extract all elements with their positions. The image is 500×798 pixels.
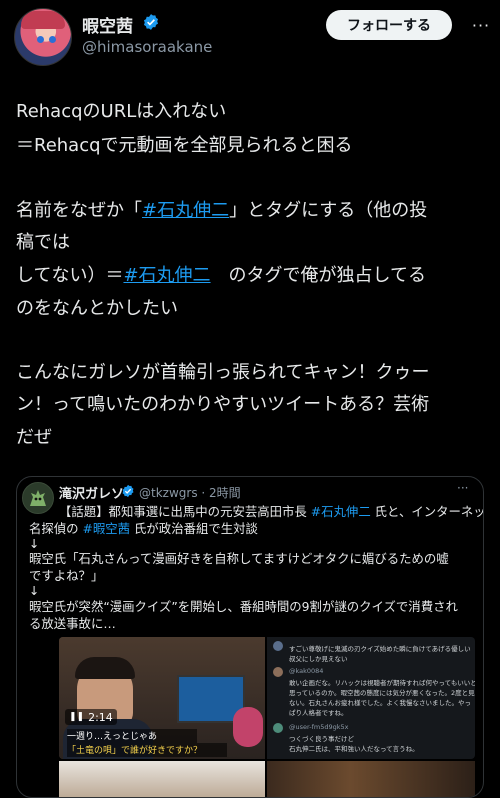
tweet-text-line: RehacqのURLは入れない	[16, 101, 227, 122]
comment-user: @kak0084	[289, 667, 324, 675]
comment-line: 石丸伸二氏は、平和強い人だなって言うね。	[289, 745, 419, 753]
quoted-tweet-card[interactable]: 滝沢ガレソ @tkzwgrs · 2時間 ··· 【話題】都知事選に出馬中の元安…	[16, 476, 484, 798]
tweet-text-line: 稿では	[16, 232, 70, 253]
text-segment: 名探偵の	[29, 521, 83, 536]
text-segment: 名前をなぜか「	[16, 200, 142, 221]
text-segment: 氏と、インターネット	[374, 504, 483, 519]
hashtag-link[interactable]: #石丸伸二	[311, 504, 371, 519]
avatar[interactable]	[14, 8, 72, 66]
comment-line: 思っているのか。暇空茜の態度には気分が悪くなった。2度と見	[289, 689, 475, 697]
quoted-text-line: 【話題】都知事選に出馬中の元安芸高田市長 #石丸伸二 氏と、インターネット	[59, 502, 483, 520]
hashtag-link[interactable]: #暇空茜	[83, 521, 131, 536]
hashtag-link[interactable]: #石丸伸二	[142, 200, 229, 221]
commenter-avatar	[273, 723, 283, 733]
person-hair	[75, 657, 135, 679]
comment-screenshot[interactable]: すごい尊敬げに鬼滅の刃クイズ始めた瞬に負けてあげる優しい 叔父にしか見えない @…	[267, 637, 475, 759]
comment-line: つくづく良う事だけど	[289, 735, 354, 743]
text-segment: 【話題】都知事選に出馬中の元安芸高田市長	[59, 504, 311, 519]
quoted-text-line: ↓	[29, 583, 40, 598]
quoted-avatar[interactable]	[22, 482, 54, 514]
dragon-icon	[30, 490, 46, 506]
display-name[interactable]: 暇空茜	[82, 12, 133, 37]
hashtag-link[interactable]: #石丸伸二	[123, 265, 210, 286]
quoted-more-icon[interactable]: ···	[457, 481, 468, 495]
tweet-text-line: 名前をなぜか「#石丸伸二」とタグにする（他の投	[16, 196, 427, 222]
tweet-text-line: だぜ	[16, 427, 52, 448]
commenter-avatar	[273, 641, 283, 651]
tweet-text-line: してない）＝#石丸伸二 のタグで俺が独占してる	[16, 261, 426, 287]
video-caption: 「土竜の唄」で誰が好きですか？	[67, 743, 227, 757]
thumbnail-image[interactable]	[267, 761, 475, 797]
avatar-eye	[37, 36, 44, 43]
comment-line: 叔父にしか見えない	[289, 655, 348, 663]
user-handle[interactable]: @himasoraakane	[82, 38, 212, 56]
comment-line: ない。石丸さんお疲れ様でした。よく我慢なさいました。やっ	[289, 699, 471, 707]
pause-icon: ❚❚	[69, 712, 85, 722]
tweet-text-line: こんなにガレソが首輪引っ張られてキャン！クゥー	[16, 362, 430, 383]
tweet-text-line: のをなんとかしたい	[16, 298, 178, 319]
video-caption: 一週り…えっとじゃあ	[67, 729, 197, 743]
tweet-text-line: ＝Rehacqで元動画を全部見られると困る	[16, 135, 353, 156]
video-time: 2:14	[88, 710, 113, 724]
commenter-avatar	[273, 667, 283, 677]
more-options-icon[interactable]: ···	[468, 14, 494, 36]
comment-user: @user-fm5d9gk5x	[289, 723, 349, 731]
comment-line: 敢い企画だな。リハックは視聴者が期待すれば何やってもいいと	[289, 679, 475, 687]
text-segment: のタグで俺が独占してる	[210, 265, 427, 286]
quoted-handle-time[interactable]: @tkzwgrs · 2時間	[139, 484, 241, 501]
verified-badge-icon	[143, 14, 159, 30]
quoted-text-line: ですよね？」	[29, 568, 104, 583]
comment-line: すごい尊敬げに鬼滅の刃クイズ始めた瞬に負けてあげる優しい	[289, 645, 471, 653]
video-player[interactable]: 一週り…えっとじゃあ 「土竜の唄」で誰が好きですか？ ❚❚ 2:14	[59, 637, 265, 759]
comment-line: ぱり人格者ですね。	[289, 709, 348, 717]
text-segment: してない）＝	[16, 265, 124, 286]
quoted-text-line: 暇空氏が突然“漫画クイズ”を開始し、番組時間の9割が謎のクイズで消費され	[29, 599, 458, 614]
tweet-text-line: ン！って鳴いたのわかりやすいツイートある？芸術	[16, 394, 430, 415]
quoted-display-name[interactable]: 滝沢ガレソ	[59, 483, 124, 502]
text-segment: 」とタグにする（他の投	[229, 200, 428, 221]
quoted-text-line: 名探偵の #暇空茜 氏が政治番組で生対談	[29, 519, 258, 537]
hat-decoration	[21, 11, 65, 29]
anime-avatar	[233, 707, 263, 747]
follow-button[interactable]: フォローする	[326, 10, 452, 40]
quoted-text-line: る放送事故に…	[29, 616, 116, 631]
text-segment: 氏が政治番組で生対談	[130, 521, 258, 536]
video-duration-badge[interactable]: ❚❚ 2:14	[65, 709, 117, 725]
verified-badge-icon	[122, 484, 134, 498]
quoted-text-line: 暇空氏「石丸さんって漫画好きを自称してますけどオタクに媚びるための嘘	[29, 551, 449, 566]
avatar-eye	[49, 36, 56, 43]
thumbnail-image[interactable]	[59, 761, 265, 797]
